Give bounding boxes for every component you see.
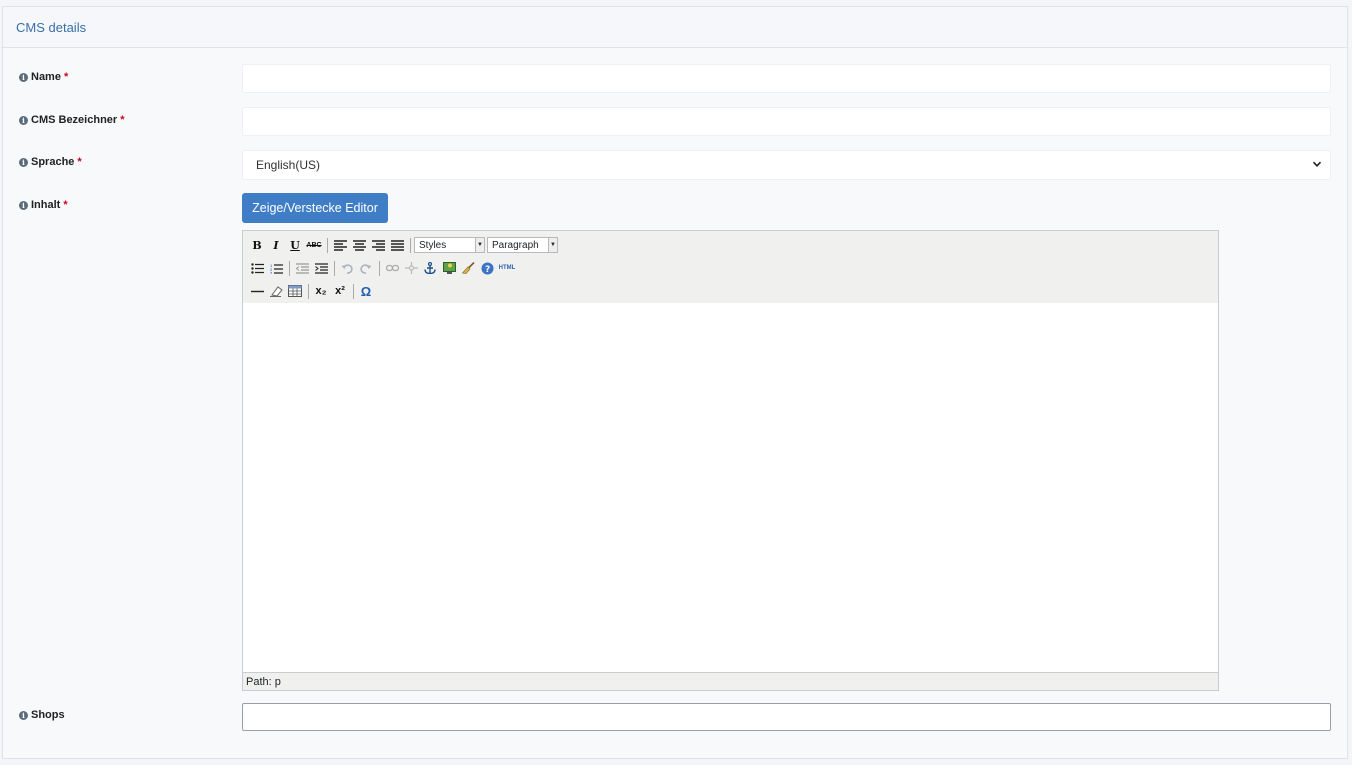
help-button[interactable]: ? [478,259,496,277]
align-justify-button[interactable] [388,236,406,254]
html-source-button[interactable]: HTML [497,259,517,277]
image-icon [442,262,456,274]
info-icon: i [19,72,28,82]
indent-button[interactable] [312,259,330,277]
bold-button[interactable]: B [248,236,266,254]
editor-path: Path: p [246,675,281,688]
undo-icon [341,263,353,274]
anchor-icon [424,262,436,274]
editor-toolbar: B I U ABC Styles ▼ Paragraph ▼ 1 2 3 ? H… [243,231,1218,304]
language-select[interactable]: English(US) [242,150,1331,180]
cms-identifier-label: i CMS Bezeichner * [19,114,124,126]
bullet-list-icon [250,262,264,274]
styles-select[interactable]: Styles ▼ [414,237,485,253]
cleanup-button[interactable] [459,259,477,277]
shops-input[interactable] [242,703,1331,731]
toggle-editor-button[interactable]: Zeige/Verstecke Editor [242,193,388,223]
info-icon: i [19,115,28,125]
align-center-button[interactable] [350,236,368,254]
shops-label: i Shops [19,709,65,721]
bullet-list-button[interactable] [248,259,266,277]
svg-text:?: ? [485,265,490,275]
link-button[interactable] [383,259,401,277]
format-select[interactable]: Paragraph ▼ [487,237,558,253]
align-right-button[interactable] [369,236,387,254]
align-justify-icon [390,239,404,251]
table-button[interactable] [286,282,304,300]
language-label: i Sprache * [19,156,82,168]
editor-statusbar: Path: p [243,672,1218,690]
redo-button[interactable] [357,259,375,277]
unlink-icon [404,262,418,274]
dropdown-arrow-icon: ▼ [475,238,484,252]
strikethrough-button[interactable]: ABC [305,236,323,254]
name-label: i Name * [19,71,68,83]
subscript-button[interactable]: x₂ [312,282,330,300]
numbered-list-button[interactable]: 123 [267,259,285,277]
name-input[interactable] [242,64,1331,93]
undo-button[interactable] [338,259,356,277]
align-left-button[interactable] [331,236,349,254]
italic-button[interactable]: I [267,236,285,254]
insert-image-button[interactable] [440,259,458,277]
cms-details-panel: CMS details i Name * i CMS Bezeichner * … [2,6,1348,759]
underline-button[interactable]: U [286,236,304,254]
rich-text-editor: B I U ABC Styles ▼ Paragraph ▼ 1 2 3 ? H… [242,230,1219,691]
info-icon: i [19,200,28,210]
link-icon [385,264,399,272]
horizontal-rule-button[interactable] [248,282,266,300]
numbered-list-icon: 123 [270,263,283,274]
info-icon: i [19,157,28,167]
content-label: i Inhalt * [19,199,68,211]
table-icon [288,285,302,297]
indent-icon [314,262,328,274]
cms-identifier-input[interactable] [242,107,1331,136]
svg-text:3: 3 [270,270,273,274]
eraser-icon [269,286,283,297]
anchor-button[interactable] [421,259,439,277]
chevron-down-icon [1312,161,1322,167]
redo-icon [360,263,372,274]
align-left-icon [333,239,347,251]
dropdown-arrow-icon: ▼ [548,238,557,252]
horizontal-rule-icon [250,290,264,292]
special-character-button[interactable]: Ω [357,282,375,300]
outdent-icon [295,262,309,274]
editor-content-area[interactable] [243,303,1218,673]
panel-header: CMS details [3,7,1347,48]
outdent-button[interactable] [293,259,311,277]
broom-icon [461,262,475,274]
info-icon: i [19,710,28,720]
unlink-button[interactable] [402,259,420,277]
panel-title: CMS details [16,19,87,35]
align-right-icon [371,239,385,251]
help-icon: ? [481,262,493,275]
align-center-icon [352,239,366,251]
remove-format-button[interactable] [267,282,285,300]
superscript-button[interactable]: x² [331,282,349,300]
